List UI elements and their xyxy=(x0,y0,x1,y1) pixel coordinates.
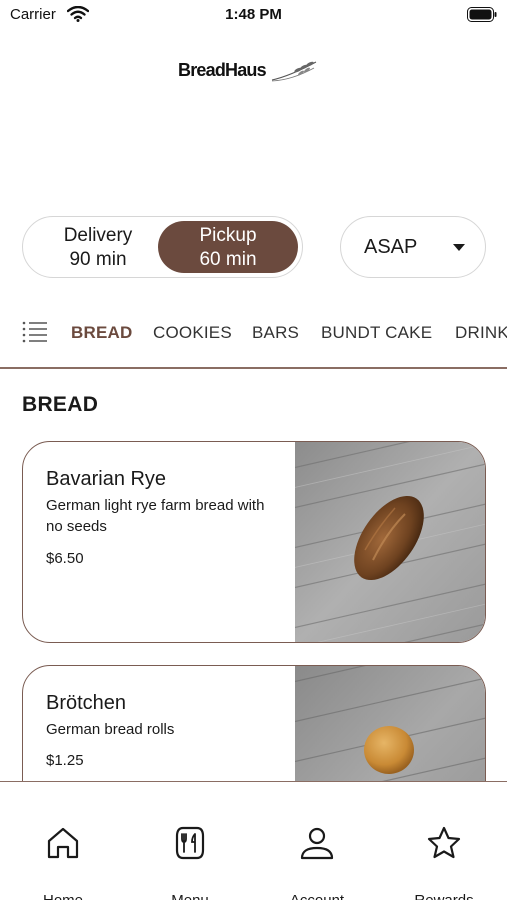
nav-menu-label: Menu xyxy=(127,892,253,900)
bottom-nav: Home Menu Account Rewards xyxy=(0,781,507,900)
nav-home[interactable]: Home xyxy=(0,782,126,900)
order-mode-toggle: Delivery 90 min Pickup 60 min xyxy=(22,216,303,278)
nav-account-label: Account xyxy=(254,892,380,900)
star-icon xyxy=(427,826,461,859)
product-price: $6.50 xyxy=(46,550,84,567)
product-card[interactable]: Bavarian Rye German light rye farm bread… xyxy=(22,441,486,643)
category-tabs: BREAD COOKIES BARS BUNDT CAKE DRINK xyxy=(0,310,507,356)
pickup-label: Pickup xyxy=(199,225,257,246)
brand-logo: BreadHaus xyxy=(178,56,318,88)
delivery-option[interactable]: Delivery 90 min xyxy=(28,221,168,273)
nav-account[interactable]: Account xyxy=(254,782,380,900)
nav-menu[interactable]: Menu xyxy=(127,782,253,900)
pickup-time: 60 min xyxy=(199,249,257,270)
menu-icon xyxy=(175,826,205,860)
section-title: BREAD xyxy=(22,393,99,416)
status-time: 1:48 PM xyxy=(225,6,282,23)
caret-down-icon xyxy=(453,244,465,251)
delivery-label: Delivery xyxy=(63,225,133,246)
list-icon[interactable] xyxy=(22,320,48,344)
product-price: $1.25 xyxy=(46,752,84,769)
delivery-time: 90 min xyxy=(69,249,127,270)
brand-logo-text: BreadHaus xyxy=(178,60,267,80)
product-name: Brötchen xyxy=(46,692,127,714)
product-name: Bavarian Rye xyxy=(46,468,167,490)
product-description: German bread rolls xyxy=(46,721,175,738)
tab-cookies[interactable]: COOKIES xyxy=(153,323,232,343)
nav-home-label: Home xyxy=(0,892,126,900)
account-icon xyxy=(300,827,334,860)
nav-rewards[interactable]: Rewards xyxy=(381,782,507,900)
battery-icon xyxy=(467,7,497,22)
home-icon xyxy=(47,827,79,859)
schedule-dropdown[interactable]: ASAP xyxy=(340,216,486,278)
pickup-option[interactable]: Pickup 60 min xyxy=(158,221,298,273)
tabs-divider xyxy=(0,367,507,369)
nav-rewards-label: Rewards xyxy=(381,892,507,900)
tab-bread[interactable]: BREAD xyxy=(71,323,132,343)
schedule-label: ASAP xyxy=(364,236,418,258)
product-description: German light rye farm bread with no seed… xyxy=(46,497,265,535)
tab-bars[interactable]: BARS xyxy=(252,323,299,343)
status-bar: Carrier 1:48 PM xyxy=(0,0,507,30)
tab-drink[interactable]: DRINK xyxy=(455,323,507,343)
tab-bundt-cake[interactable]: BUNDT CAKE xyxy=(321,323,432,343)
wheat-icon xyxy=(271,61,317,82)
product-image xyxy=(295,442,485,642)
